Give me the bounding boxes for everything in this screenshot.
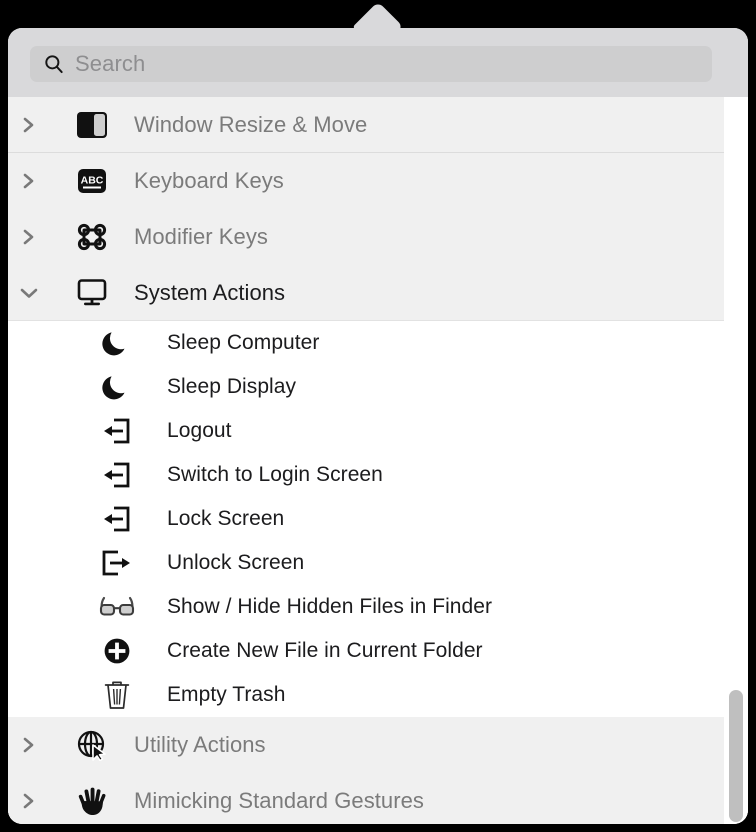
- vertical-scrollbar[interactable]: [724, 97, 748, 824]
- display-monitor-icon: [70, 278, 114, 308]
- command-key-icon: [70, 222, 114, 252]
- list-item-label: Empty Trash: [167, 683, 286, 706]
- group-label: Mimicking Standard Gestures: [134, 788, 424, 813]
- logout-arrow-icon: [93, 416, 141, 446]
- list-item-sleep-display[interactable]: Sleep Display: [8, 365, 724, 409]
- popover-arrow: [348, 3, 408, 31]
- app-root: Search Window Resize & Move ABC Keyboard…: [0, 0, 756, 832]
- list-item-logout[interactable]: Logout: [8, 409, 724, 453]
- actions-list-inner: Window Resize & Move ABC Keyboard Keys M…: [8, 97, 724, 824]
- logout-arrow-icon: [93, 504, 141, 534]
- chevron-right-icon[interactable]: [12, 789, 46, 813]
- group-label: Keyboard Keys: [134, 168, 284, 193]
- hand-icon: [70, 785, 114, 817]
- chevron-right-icon[interactable]: [12, 113, 46, 137]
- chevron-right-icon[interactable]: [12, 733, 46, 757]
- chevron-right-icon[interactable]: [12, 169, 46, 193]
- list-item-label: Create New File in Current Folder: [167, 639, 483, 662]
- moon-icon: [93, 328, 141, 358]
- scrollbar-thumb[interactable]: [729, 690, 743, 822]
- abc-keyboard-icon: ABC: [70, 167, 114, 195]
- list-item-show-hide-hidden-files[interactable]: Show / Hide Hidden Files in Finder: [8, 585, 724, 629]
- window-split-icon: [70, 111, 114, 139]
- list-item-sleep-computer[interactable]: Sleep Computer: [8, 321, 724, 365]
- search-icon: [30, 53, 75, 75]
- list-item-label: Show / Hide Hidden Files in Finder: [167, 595, 493, 618]
- popover-window: Search Window Resize & Move ABC Keyboard…: [8, 28, 748, 824]
- search-field[interactable]: Search: [30, 46, 712, 82]
- list-item-switch-to-login-screen[interactable]: Switch to Login Screen: [8, 453, 724, 497]
- search-input-placeholder[interactable]: Search: [75, 53, 145, 75]
- group-row-modifier-keys[interactable]: Modifier Keys: [8, 209, 724, 265]
- trash-icon: [93, 679, 141, 711]
- list-item-create-new-file[interactable]: Create New File in Current Folder: [8, 629, 724, 673]
- group-row-keyboard-keys[interactable]: ABC Keyboard Keys: [8, 153, 724, 209]
- svg-text:ABC: ABC: [81, 175, 104, 187]
- list-item-label: Logout: [167, 419, 232, 442]
- group-label: Modifier Keys: [134, 224, 268, 249]
- group-row-system-actions[interactable]: System Actions: [8, 265, 724, 321]
- logout-arrow-icon: [93, 460, 141, 490]
- moon-icon: [93, 372, 141, 402]
- list-item-label: Sleep Display: [167, 375, 297, 398]
- list-item-label: Sleep Computer: [167, 331, 320, 354]
- group-row-utility-actions[interactable]: Utility Actions: [8, 717, 724, 773]
- search-header: Search: [8, 28, 748, 97]
- list-item-label: Unlock Screen: [167, 551, 305, 574]
- glasses-icon: [93, 594, 141, 620]
- group-row-mimicking-standard-gestures[interactable]: Mimicking Standard Gestures: [8, 773, 724, 824]
- chevron-down-icon[interactable]: [12, 285, 46, 301]
- group-label: System Actions: [134, 280, 286, 305]
- list-item-label: Lock Screen: [167, 507, 285, 530]
- list-item-empty-trash[interactable]: Empty Trash: [8, 673, 724, 717]
- actions-list: Window Resize & Move ABC Keyboard Keys M…: [8, 97, 748, 824]
- chevron-right-icon[interactable]: [12, 225, 46, 249]
- list-item-unlock-screen[interactable]: Unlock Screen: [8, 541, 724, 585]
- group-label: Window Resize & Move: [134, 112, 368, 137]
- list-item-lock-screen[interactable]: Lock Screen: [8, 497, 724, 541]
- globe-cursor-icon: [70, 729, 114, 761]
- group-label: Utility Actions: [134, 732, 266, 757]
- list-item-label: Switch to Login Screen: [167, 463, 383, 486]
- plus-circle-icon: [93, 636, 141, 666]
- group-row-window-resize-move[interactable]: Window Resize & Move: [8, 97, 724, 153]
- unlock-arrow-icon: [93, 548, 141, 578]
